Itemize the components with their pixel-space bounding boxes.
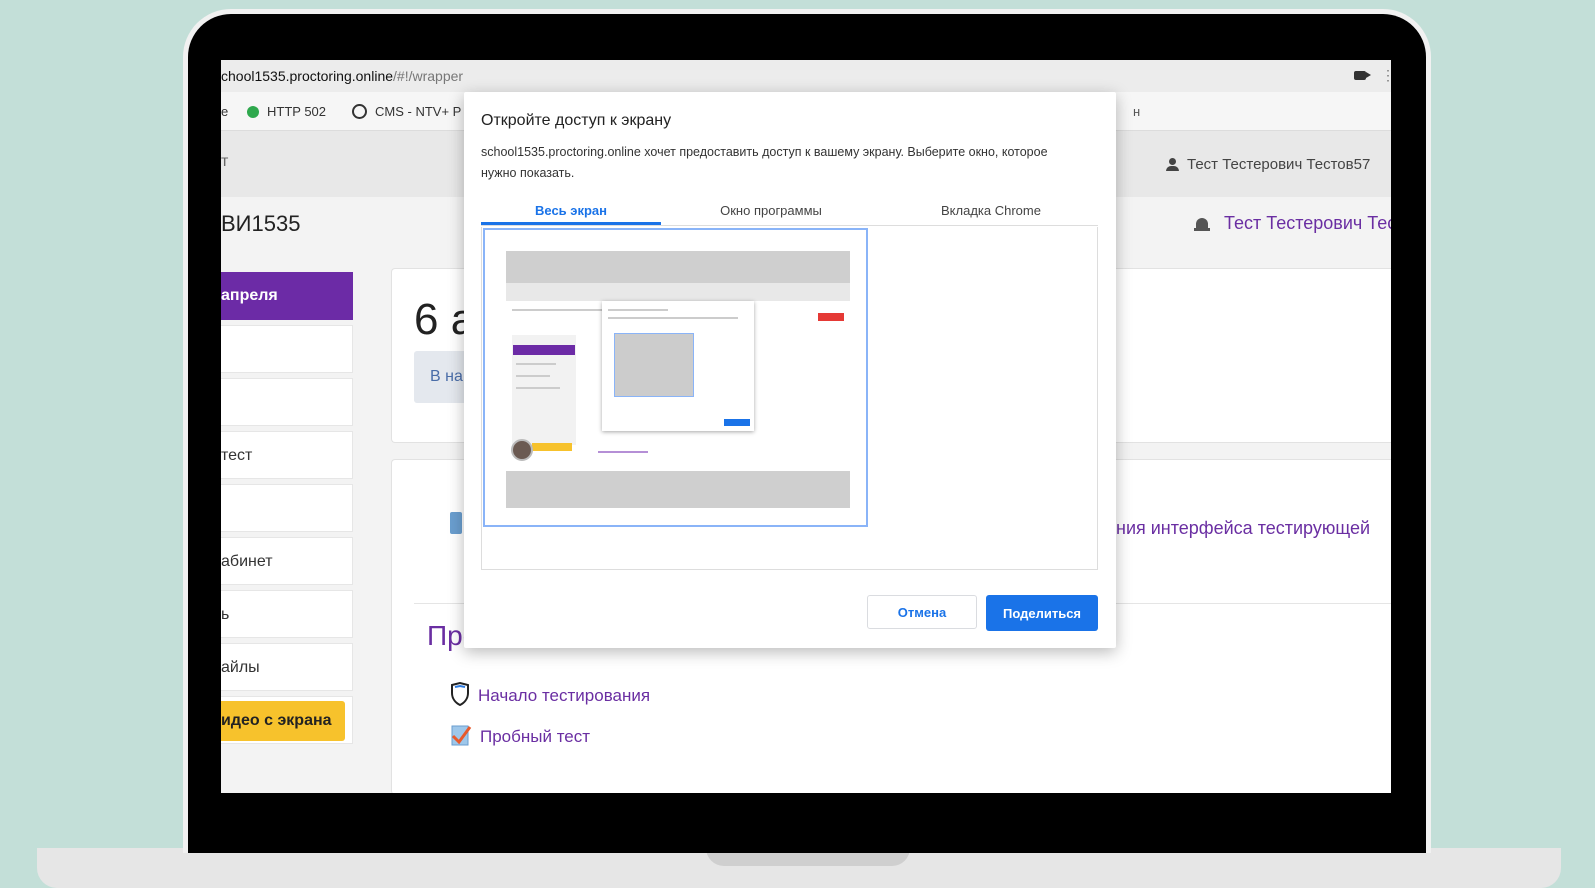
thumbnail-line [598,451,648,453]
sidebar-item-date[interactable]: апреля [221,272,353,320]
screen-option[interactable] [483,228,868,527]
sidebar: апреля тест абинет ь айлы идео с экрана [221,272,353,749]
tab-application-window[interactable]: Окно программы [681,203,861,218]
thumbnail-line [516,363,556,365]
checklist-icon [451,725,472,746]
header-fragment: т [221,153,229,170]
sidebar-item[interactable] [221,378,353,426]
thumbnail-avatar [511,439,533,461]
user-menu[interactable]: Тест Тестерович Тестов57 [1166,156,1370,173]
sidebar-item[interactable] [221,325,353,373]
bell-icon[interactable] [1194,217,1210,233]
thumbnail-red-button [818,313,844,321]
thumbnail-line [608,309,668,311]
list-item-trial-test[interactable]: Пробный тест [450,723,590,747]
screen-thumbnail [506,251,850,508]
tab-chrome-tab[interactable]: Вкладка Chrome [901,203,1081,218]
share-screen-dialog: Откройте доступ к экрану school1535.proc… [464,92,1116,648]
thumbnail-yellow-button [532,443,572,451]
sidebar-item-record: идео с экрана [221,696,353,744]
share-tabs: Весь экран Окно программы Вкладка Chrome [481,197,1098,226]
cancel-button[interactable]: Отмена [867,595,977,629]
bookmark-item[interactable]: e [221,104,228,119]
dialog-title: Откройте доступ к экрану [481,112,672,129]
globe-icon [352,104,367,119]
list-item-label: Пробный тест [480,727,591,746]
shield-icon [451,682,469,706]
bookmark-cms[interactable]: CMS - NTV+ P [352,104,461,119]
bookmark-label: CMS - NTV+ P [375,104,462,119]
share-button[interactable]: Поделиться [986,595,1098,631]
url-path: /#!/wrapper [393,68,464,84]
thumbnail-line [516,387,560,389]
user-name: Тест Тестерович Тестов57 [1187,156,1371,173]
thumbnail-line [608,317,738,319]
screen-list [481,227,1098,570]
active-tab-indicator [481,222,661,225]
sidebar-item-test[interactable]: тест [221,431,353,479]
interface-link[interactable]: ния интерфейса тестирующей [1116,518,1370,539]
dialog-message: school1535.proctoring.online хочет предо… [481,145,1048,180]
thumbnail-active-item [513,345,575,355]
screen-record-button[interactable]: идео с экрана [221,701,345,741]
camera-icon[interactable] [1354,71,1371,80]
status-dot-icon [247,106,259,118]
list-item-start-testing[interactable]: Начало тестирования [450,682,650,706]
thumbnail-share-button [724,419,750,426]
thumbnail-browser [506,283,850,471]
address-bar[interactable]: chool1535.proctoring.online/#!/wrapper ⋮ [221,60,1391,92]
url-text[interactable]: chool1535.proctoring.online/#!/wrapper [221,68,463,84]
bookmark-label: HTTP 502 [267,104,327,119]
sidebar-item[interactable] [221,484,353,532]
user-name-link[interactable]: Тест Тестерович Тес [1224,213,1391,234]
url-host: chool1535.proctoring.online [221,68,394,84]
app-icon [450,512,462,534]
thumbnail-line [516,375,550,377]
thumbnail-tabbar [506,283,850,301]
thumbnail-line [512,309,602,311]
bookmark-tail[interactable]: н [1133,104,1140,119]
sidebar-item-cabinet[interactable]: абинет [221,537,353,585]
bookmark-http502[interactable]: HTTP 502 [247,104,326,119]
page-title: ВИ1535 [221,211,301,236]
thumbnail-nested-preview [614,333,694,397]
extension-icon[interactable]: ⋮ [1381,67,1391,84]
sidebar-item[interactable]: ь [221,590,353,638]
sidebar-item-files[interactable]: айлы [221,643,353,691]
person-icon [1166,158,1179,171]
thumbnail-dialog [602,301,754,431]
list-item-label: Начало тестирования [478,686,651,705]
tab-entire-screen[interactable]: Весь экран [481,203,661,218]
